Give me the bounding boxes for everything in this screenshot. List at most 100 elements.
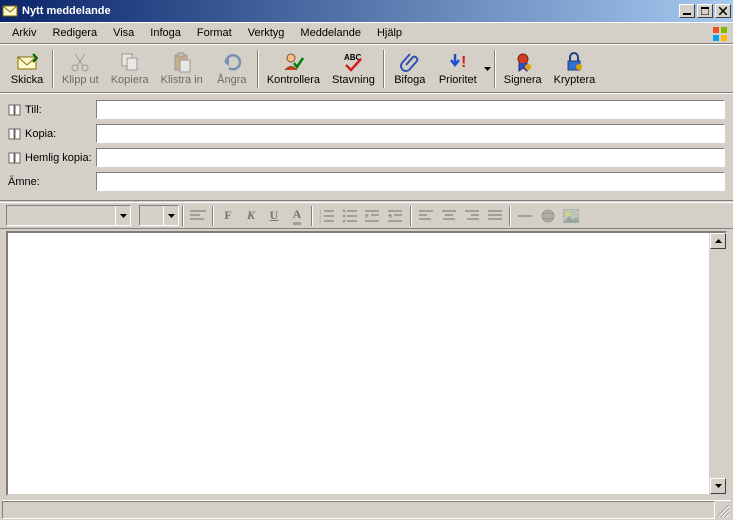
- menu-meddelande[interactable]: Meddelande: [292, 25, 369, 41]
- menu-arkiv[interactable]: Arkiv: [4, 25, 44, 41]
- scissors-icon: [69, 51, 91, 73]
- window-title: Nytt meddelande: [22, 5, 679, 17]
- horizontal-rule-button[interactable]: [514, 205, 536, 227]
- paste-button: Klistra in: [155, 47, 209, 91]
- spelling-label: Stavning: [332, 74, 375, 86]
- italic-button[interactable]: K: [240, 205, 262, 227]
- font-size-combo[interactable]: [139, 205, 179, 226]
- main-toolbar: Skicka Klipp ut Kopiera Klistra in Ångra…: [0, 44, 733, 93]
- copy-icon: [119, 51, 141, 73]
- toolbar-separator: [494, 50, 496, 88]
- hyperlink-button[interactable]: [537, 205, 559, 227]
- copy-label: Kopiera: [111, 74, 149, 86]
- sign-icon: [512, 51, 534, 73]
- address-book-icon: [8, 152, 22, 164]
- numbered-list-button[interactable]: 123: [316, 205, 338, 227]
- menu-visa[interactable]: Visa: [105, 25, 142, 41]
- to-field[interactable]: [96, 100, 725, 119]
- bullet-list-button[interactable]: [339, 205, 361, 227]
- encrypt-icon: [563, 51, 585, 73]
- paste-icon: [171, 51, 193, 73]
- menu-hjalp[interactable]: Hjälp: [369, 25, 410, 41]
- status-panel: [2, 501, 715, 519]
- cut-button: Klipp ut: [56, 47, 105, 91]
- bold-button[interactable]: F: [217, 205, 239, 227]
- outdent-button[interactable]: [362, 205, 384, 227]
- menu-format[interactable]: Format: [189, 25, 240, 41]
- sign-label: Signera: [504, 74, 542, 86]
- toolbar-separator: [52, 50, 54, 88]
- close-button[interactable]: [715, 4, 731, 18]
- separator: [182, 206, 184, 226]
- check-names-button[interactable]: Kontrollera: [261, 47, 326, 91]
- separator: [311, 206, 313, 226]
- paste-label: Klistra in: [161, 74, 203, 86]
- align-center-button[interactable]: [438, 205, 460, 227]
- priority-dropdown[interactable]: [483, 47, 492, 90]
- send-button[interactable]: Skicka: [4, 47, 50, 91]
- encrypt-label: Kryptera: [554, 74, 596, 86]
- separator: [509, 206, 511, 226]
- check-names-label: Kontrollera: [267, 74, 320, 86]
- undo-button: Ångra: [209, 47, 255, 91]
- send-label: Skicka: [11, 74, 43, 86]
- undo-icon: [221, 51, 243, 73]
- paperclip-icon: [399, 51, 421, 73]
- copy-button: Kopiera: [105, 47, 155, 91]
- message-body-container: [6, 231, 727, 496]
- subject-field[interactable]: [96, 172, 725, 191]
- message-headers: Till: Kopia: Hemlig kopia: Ämne:: [0, 93, 733, 200]
- minimize-button[interactable]: [679, 4, 695, 18]
- to-label[interactable]: Till:: [8, 104, 96, 116]
- scroll-down-button[interactable]: [710, 478, 726, 494]
- vertical-scrollbar[interactable]: [709, 233, 725, 494]
- undo-label: Ångra: [217, 74, 246, 86]
- send-icon: [16, 51, 38, 73]
- resize-grip[interactable]: [715, 501, 731, 519]
- svg-text:!: !: [461, 54, 466, 71]
- insert-picture-button[interactable]: [560, 205, 582, 227]
- attach-button[interactable]: Bifoga: [387, 47, 433, 91]
- encrypt-button[interactable]: Kryptera: [548, 47, 602, 91]
- windows-flag-icon: [711, 25, 729, 43]
- separator: [410, 206, 412, 226]
- underline-button[interactable]: U: [263, 205, 285, 227]
- cc-label[interactable]: Kopia:: [8, 128, 96, 140]
- maximize-button[interactable]: [697, 4, 713, 18]
- check-names-icon: [282, 51, 304, 73]
- chevron-down-icon: [115, 206, 130, 225]
- menu-infoga[interactable]: Infoga: [142, 25, 189, 41]
- status-bar: [2, 500, 731, 520]
- toolbar-separator: [383, 50, 385, 88]
- address-book-icon: [8, 104, 22, 116]
- align-right-button[interactable]: [461, 205, 483, 227]
- menu-verktyg[interactable]: Verktyg: [240, 25, 293, 41]
- scroll-up-button[interactable]: [710, 233, 726, 249]
- title-bar: Nytt meddelande: [0, 0, 733, 22]
- message-body[interactable]: [8, 233, 709, 494]
- align-justify-button[interactable]: [484, 205, 506, 227]
- align-left-button[interactable]: [415, 205, 437, 227]
- priority-label: Prioritet: [439, 74, 477, 86]
- separator: [212, 206, 214, 226]
- attach-label: Bifoga: [394, 74, 425, 86]
- menu-redigera[interactable]: Redigera: [44, 25, 105, 41]
- toolbar-separator: [257, 50, 259, 88]
- font-combo[interactable]: [6, 205, 131, 226]
- format-toolbar: F K U A 123: [0, 203, 733, 229]
- address-book-icon: [8, 128, 22, 140]
- font-color-button[interactable]: A: [286, 205, 308, 227]
- priority-icon: !: [447, 51, 469, 73]
- spelling-button[interactable]: ABC Stavning: [326, 47, 381, 91]
- cut-label: Klipp ut: [62, 74, 99, 86]
- indent-button[interactable]: [385, 205, 407, 227]
- cc-field[interactable]: [96, 124, 725, 143]
- chevron-down-icon: [163, 206, 178, 225]
- bcc-label[interactable]: Hemlig kopia:: [8, 152, 96, 164]
- menu-bar: Arkiv Redigera Visa Infoga Format Verkty…: [0, 22, 733, 44]
- paragraph-style-button[interactable]: [187, 205, 209, 227]
- sign-button[interactable]: Signera: [498, 47, 548, 91]
- priority-button[interactable]: ! Prioritet: [433, 47, 483, 91]
- svg-text:3: 3: [319, 221, 322, 223]
- bcc-field[interactable]: [96, 148, 725, 167]
